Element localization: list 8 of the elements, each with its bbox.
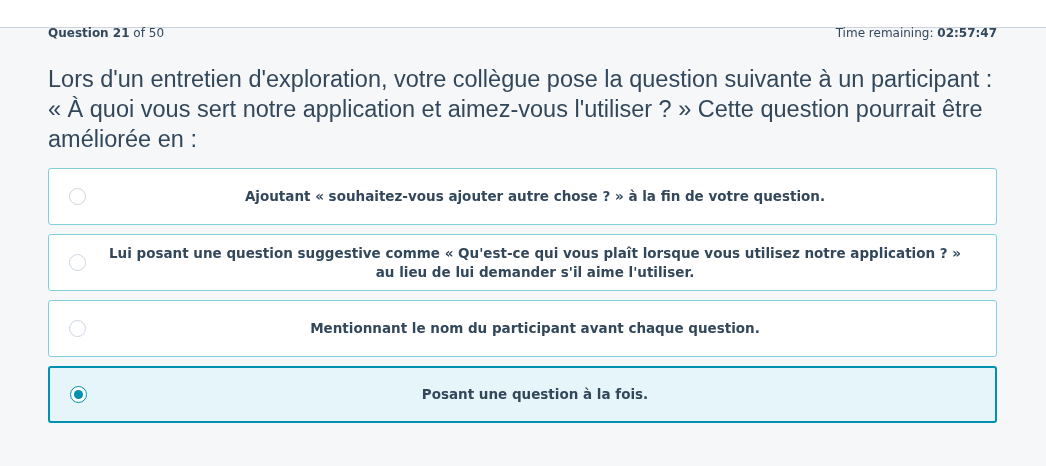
answer-option[interactable]: Ajoutant « souhaitez-vous ajouter autre chose ? » à la fin de votre question. xyxy=(48,168,997,225)
answer-option[interactable]: Mentionnant le nom du participant avant chaque question. xyxy=(48,300,997,357)
question-counter: Question 21 of 50 xyxy=(48,28,164,40)
question-text: Lors d'un entretien d'exploration, votre collègue pose la question suivante à un participant : « À quoi vous sert notre application et aimez-vous l'utiliser ? » Cette question pourrait être améliorée en : xyxy=(48,65,994,154)
answer-option[interactable]: Lui posant une question suggestive comme « Qu'est-ce qui vous plaît lorsque vous utilisez notre application ? » au lieu de lui demander s'il aime l'utiliser. xyxy=(48,234,997,291)
radio-button[interactable] xyxy=(70,386,87,403)
time-remaining: Time remaining: 02:57:47 xyxy=(835,28,997,40)
answer-option[interactable]: Posant une question à la fois. xyxy=(48,366,997,423)
